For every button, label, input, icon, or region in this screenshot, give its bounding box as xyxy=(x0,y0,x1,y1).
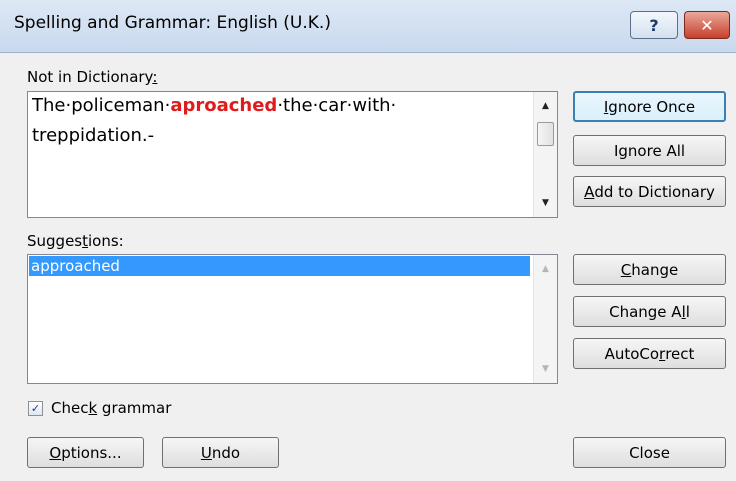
not-in-dictionary-textbox[interactable]: The·policeman·aproached·the·car·with· tr… xyxy=(27,91,558,218)
close-button[interactable]: Close xyxy=(573,437,726,468)
suggestions-list[interactable]: approached ▲ ▼ xyxy=(27,254,558,384)
suggestions-scrollbar[interactable]: ▲ ▼ xyxy=(533,255,557,383)
scroll-up-icon[interactable]: ▲ xyxy=(534,95,557,117)
close-window-button[interactable]: ✕ xyxy=(684,11,730,39)
not-in-dictionary-label: Not in Dictionary: xyxy=(27,68,158,86)
options-button[interactable]: Options... xyxy=(27,437,144,468)
scroll-down-icon[interactable]: ▼ xyxy=(534,358,557,380)
scroll-up-icon[interactable]: ▲ xyxy=(534,258,557,280)
spelling-grammar-dialog: Spelling and Grammar: English (U.K.) ? ✕… xyxy=(0,0,736,481)
ignore-once-button[interactable]: Ignore Once xyxy=(573,91,726,122)
text-line-1: The·policeman·aproached·the·car·with· xyxy=(32,95,397,116)
scroll-thumb[interactable] xyxy=(537,122,554,146)
close-icon: ✕ xyxy=(700,15,714,35)
check-grammar-checkbox[interactable]: ✓ xyxy=(28,401,43,416)
scroll-down-icon[interactable]: ▼ xyxy=(534,192,557,214)
add-to-dictionary-button[interactable]: Add to Dictionary xyxy=(573,176,726,207)
ignore-all-button[interactable]: Ig nore All xyxy=(573,135,726,166)
suggestions-label: Suggestions: xyxy=(27,232,124,250)
checkmark-icon: ✓ xyxy=(30,402,41,415)
autocorrect-button[interactable]: AutoCo r rect xyxy=(573,338,726,369)
undo-button[interactable]: Undo xyxy=(162,437,279,468)
change-all-button[interactable]: Change All xyxy=(573,296,726,327)
help-icon: ? xyxy=(649,15,659,35)
text-line-2: treppidation.- xyxy=(32,125,155,146)
change-button[interactable]: Change xyxy=(573,254,726,285)
misspelled-word: aproached xyxy=(170,95,278,116)
suggestion-item[interactable]: approached xyxy=(29,256,530,276)
window-title: Spelling and Grammar: English (U.K.) xyxy=(14,13,331,33)
help-button[interactable]: ? xyxy=(630,11,678,39)
title-bar: Spelling and Grammar: English (U.K.) ? ✕ xyxy=(0,0,736,53)
text-scrollbar[interactable]: ▲ ▼ xyxy=(533,92,557,217)
check-grammar-label[interactable]: Check grammar xyxy=(51,399,171,417)
